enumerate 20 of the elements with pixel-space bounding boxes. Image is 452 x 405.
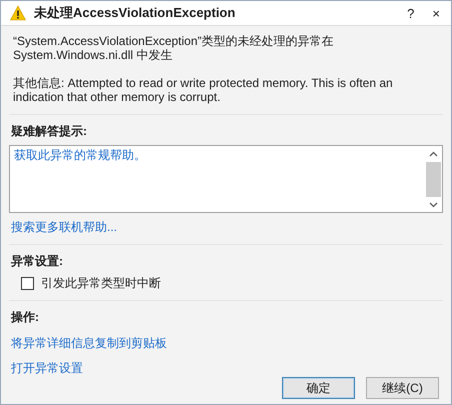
- exception-message: “System.AccessViolationException”类型的未经处理的异常在 System.Windows.ni.dll 中发生: [13, 34, 335, 62]
- scroll-thumb[interactable]: [426, 162, 441, 197]
- action-link[interactable]: 打开异常设置: [11, 360, 439, 377]
- ok-button[interactable]: 确定: [282, 377, 355, 399]
- scroll-up-icon[interactable]: [429, 151, 438, 157]
- action-link[interactable]: 将异常详细信息复制到剪贴板: [11, 335, 439, 352]
- close-button[interactable]: ×: [427, 6, 445, 20]
- help-link[interactable]: 获取此异常的常规帮助。: [14, 147, 421, 164]
- checkbox-label: 引发此异常类型时中断: [41, 275, 161, 292]
- additional-info: 其他信息: Attempted to read or write protected memory. This is often an indication that other memory is corrupt.: [13, 76, 394, 104]
- window-title: 未处理AccessViolationException: [34, 4, 236, 22]
- scroll-down-icon[interactable]: [429, 202, 438, 208]
- online-help-link[interactable]: 搜索更多联机帮助...: [11, 219, 439, 236]
- help-button[interactable]: ?: [402, 6, 420, 20]
- checkbox[interactable]: [21, 277, 34, 290]
- section-heading: 操作:: [11, 309, 40, 326]
- section-heading: 疑难解答提示:: [11, 123, 88, 140]
- continue-button[interactable]: 继续(C): [366, 377, 439, 399]
- warning-icon: [10, 5, 26, 21]
- section-heading: 异常设置:: [11, 253, 64, 270]
